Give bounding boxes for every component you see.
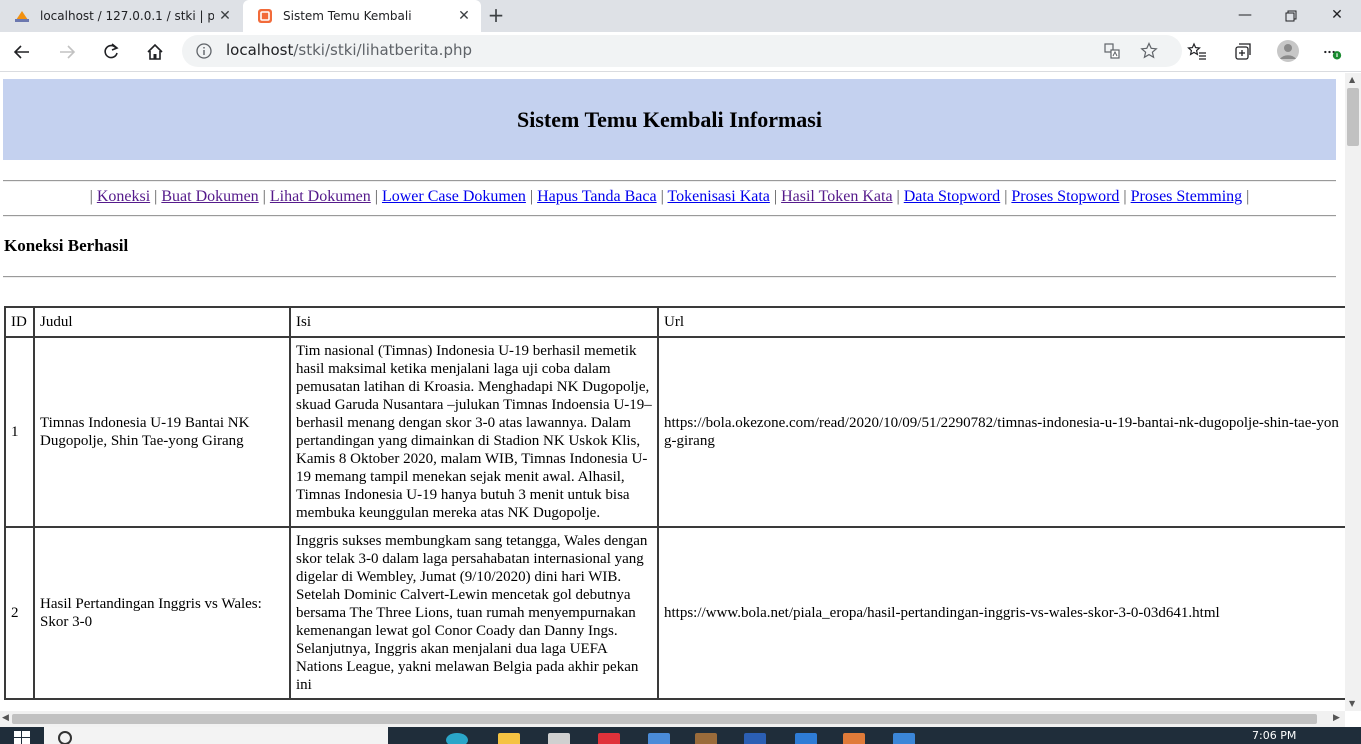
connection-status: Koneksi Berhasil: [4, 236, 129, 255]
windows-start-icon[interactable]: [14, 731, 30, 744]
tab-title: localhost / 127.0.0.1 / stki | phpM: [40, 9, 214, 23]
cell-isi: Inggris sukses membungkam sang tetangga,…: [289, 526, 659, 700]
browser-toolbar: localhost/stki/stki/lihatberita.php: [0, 32, 1361, 72]
nav-separator: |: [89, 188, 93, 205]
table-row: 2 Hasil Pertandingan Inggris vs Wales: S…: [4, 526, 1345, 700]
cell-judul: Hasil Pertandingan Inggris vs Wales: Sko…: [33, 526, 291, 700]
page-header: Sistem Temu Kembali Informasi: [3, 79, 1336, 160]
phpmyadmin-icon: [15, 11, 29, 22]
taskbar-app-icon[interactable]: [695, 733, 717, 744]
taskbar-app-icon[interactable]: [843, 733, 865, 744]
close-window-icon[interactable]: ✕: [1314, 0, 1360, 32]
browser-tab-bar: localhost / 127.0.0.1 / stki | phpM ✕ Si…: [0, 0, 1361, 32]
taskbar-app-icon[interactable]: [648, 733, 670, 744]
nav-separator: |: [154, 188, 158, 205]
divider: [3, 215, 1336, 217]
scroll-down-icon[interactable]: ▼: [1349, 699, 1355, 708]
nav-link-tokenisasi-kata[interactable]: Tokenisasi Kata: [667, 188, 769, 205]
back-icon[interactable]: [8, 38, 36, 66]
translate-icon[interactable]: [1103, 42, 1121, 60]
tab-phpmyadmin[interactable]: localhost / 127.0.0.1 / stki | phpM ✕: [0, 0, 242, 32]
nav-menu: | Koneksi | Buat Dokumen | Lihat Dokumen…: [0, 188, 1339, 206]
collections-icon[interactable]: [1232, 42, 1252, 62]
search-icon: [58, 731, 72, 744]
tab-sistem-temu-kembali[interactable]: Sistem Temu Kembali ✕: [243, 0, 481, 32]
nav-link-lower-case-dokumen[interactable]: Lower Case Dokumen: [382, 188, 526, 205]
column-header-url: Url: [657, 306, 1345, 338]
scroll-left-icon[interactable]: ◀: [2, 713, 9, 723]
nav-link-buat-dokumen[interactable]: Buat Dokumen: [161, 188, 258, 205]
nav-link-hasil-token-kata[interactable]: Hasil Token Kata: [781, 188, 892, 205]
column-header-id: ID: [4, 306, 35, 338]
taskbar-app-icon[interactable]: [893, 733, 915, 744]
table-row: 1 Timnas Indonesia U-19 Bantai NK Dugopo…: [4, 336, 1345, 528]
address-bar[interactable]: localhost/stki/stki/lihatberita.php: [182, 35, 1182, 67]
os-taskbar: 7:06 PM: [0, 727, 1361, 744]
forward-icon[interactable]: [53, 38, 81, 66]
divider: [3, 276, 1336, 278]
vertical-scroll-thumb[interactable]: [1347, 88, 1359, 146]
nav-link-hapus-tanda-baca[interactable]: Hapus Tanda Baca: [537, 188, 656, 205]
refresh-icon[interactable]: [97, 38, 125, 66]
horizontal-scroll-thumb[interactable]: [12, 714, 1317, 724]
horizontal-scrollbar[interactable]: ◀ ▶: [0, 711, 1345, 727]
nav-separator: |: [374, 188, 378, 205]
word-app-icon[interactable]: [744, 733, 766, 744]
close-tab-icon[interactable]: ✕: [214, 8, 236, 24]
vertical-scrollbar[interactable]: ▲ ▼: [1345, 73, 1361, 711]
berita-table: ID Judul Isi Url 1 Timnas Indonesia U-19…: [4, 306, 1345, 700]
column-header-isi: Isi: [289, 306, 659, 338]
page-icon: [258, 9, 272, 23]
nav-separator: |: [1123, 188, 1127, 205]
minimize-icon[interactable]: —: [1222, 0, 1268, 32]
nav-separator: |: [660, 188, 664, 205]
info-icon[interactable]: [196, 43, 212, 59]
favorites-list-icon[interactable]: [1187, 42, 1207, 62]
column-header-judul: Judul: [33, 306, 291, 338]
edge-app-icon[interactable]: [446, 733, 468, 744]
taskbar-app-icon[interactable]: [548, 733, 570, 744]
divider: [3, 180, 1336, 182]
page-viewport: Sistem Temu Kembali Informasi | Koneksi …: [0, 73, 1345, 711]
nav-separator: |: [1004, 188, 1008, 205]
nav-separator: |: [529, 188, 534, 205]
scroll-right-icon[interactable]: ▶: [1333, 713, 1340, 723]
home-icon[interactable]: [141, 38, 169, 66]
new-tab-icon[interactable]: +: [484, 4, 508, 28]
table-header-row: ID Judul Isi Url: [4, 306, 1345, 338]
restore-icon[interactable]: [1268, 0, 1314, 32]
nav-link-lihat-dokumen[interactable]: Lihat Dokumen: [270, 188, 371, 205]
settings-more-icon[interactable]: [1322, 42, 1342, 62]
nav-separator: |: [896, 188, 900, 205]
nav-link-proses-stopword[interactable]: Proses Stopword: [1011, 188, 1119, 205]
cell-judul: Timnas Indonesia U-19 Bantai NK Dugopolj…: [33, 336, 291, 528]
cell-id: 2: [4, 526, 35, 700]
nav-link-data-stopword[interactable]: Data Stopword: [904, 188, 1000, 205]
nav-link-proses-stemming[interactable]: Proses Stemming: [1131, 188, 1243, 205]
vscode-app-icon[interactable]: [795, 733, 817, 744]
taskbar-search-box[interactable]: [44, 727, 388, 744]
url-path: /stki/stki/lihatberita.php: [293, 41, 472, 59]
file-explorer-icon[interactable]: [498, 733, 520, 744]
profile-avatar-icon[interactable]: [1276, 39, 1300, 63]
nav-separator: |: [262, 188, 266, 205]
taskbar-clock: 7:06 PM: [1252, 729, 1297, 742]
page-title: Sistem Temu Kembali Informasi: [517, 106, 822, 132]
favorite-star-icon[interactable]: [1140, 42, 1158, 60]
nav-separator: |: [1246, 188, 1250, 205]
tab-title: Sistem Temu Kembali: [283, 9, 412, 23]
close-tab-icon[interactable]: ✕: [453, 8, 475, 24]
address-url[interactable]: localhost/stki/stki/lihatberita.php: [226, 41, 472, 59]
nav-separator: |: [773, 188, 778, 205]
url-host: localhost: [226, 41, 294, 59]
cell-url: https://bola.okezone.com/read/2020/10/09…: [657, 336, 1345, 528]
nav-link-koneksi[interactable]: Koneksi: [97, 188, 150, 205]
cell-isi: Tim nasional (Timnas) Indonesia U-19 ber…: [289, 336, 659, 528]
cell-url: https://www.bola.net/piala_eropa/hasil-p…: [657, 526, 1345, 700]
scroll-up-icon[interactable]: ▲: [1349, 75, 1355, 84]
taskbar-app-icon[interactable]: [598, 733, 620, 744]
cell-id: 1: [4, 336, 35, 528]
